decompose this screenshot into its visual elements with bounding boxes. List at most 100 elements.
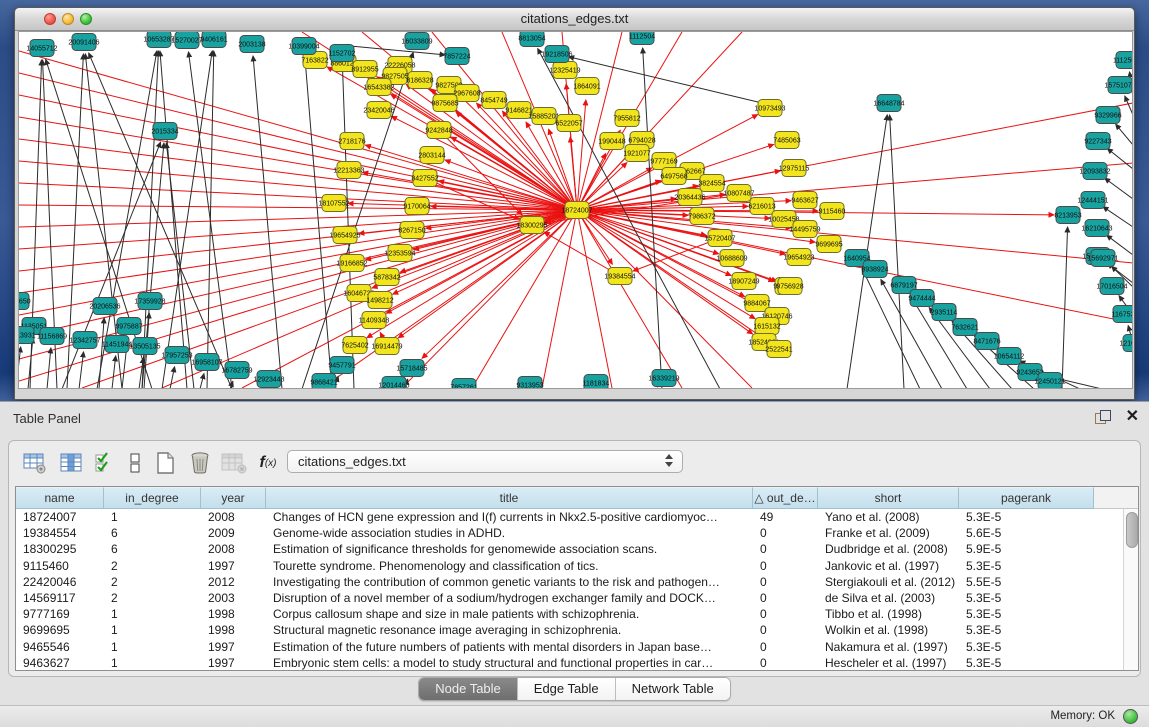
- graph-node[interactable]: 6522057: [555, 115, 582, 132]
- graph-node[interactable]: 9406161: [200, 32, 227, 48]
- graph-node[interactable]: 7632621: [951, 319, 978, 336]
- graph-node[interactable]: 2522541: [765, 341, 792, 358]
- graph-node[interactable]: 16648784: [873, 95, 904, 112]
- graph-node[interactable]: 8454749: [480, 92, 507, 109]
- new-table-icon[interactable]: [151, 449, 179, 477]
- graph-node[interactable]: 8427552: [411, 170, 438, 187]
- graph-node[interactable]: 9329966: [1094, 107, 1121, 124]
- table-row[interactable]: 977716911998Corpus callosum shape and si…: [16, 606, 1138, 622]
- graph-node[interactable]: 16958107: [191, 354, 222, 371]
- graph-node[interactable]: 12450121: [1034, 373, 1065, 389]
- select-rows-icon[interactable]: [91, 449, 119, 477]
- graph-node[interactable]: 2003138: [238, 36, 265, 53]
- graph-node[interactable]: 10688609: [716, 250, 747, 267]
- graph-node[interactable]: 10807487: [723, 185, 754, 202]
- graph-node[interactable]: 20364436: [674, 189, 705, 206]
- column-header-out_de[interactable]: △ out_de…: [753, 487, 818, 509]
- graph-node[interactable]: 9227343: [1084, 133, 1111, 150]
- tab-node-table[interactable]: Node Table: [419, 678, 518, 700]
- graph-node[interactable]: 18300295: [516, 217, 547, 234]
- tab-network-table[interactable]: Network Table: [616, 678, 730, 700]
- graph-node[interactable]: 11409348: [359, 312, 390, 329]
- graph-node[interactable]: 1921077: [623, 145, 650, 162]
- graph-node[interactable]: 19218506: [541, 46, 572, 63]
- graph-node[interactable]: 10399004: [288, 38, 319, 55]
- network-canvas[interactable]: 1872400771638228860128891295522226058982…: [18, 31, 1133, 389]
- graph-node[interactable]: 16914479: [371, 338, 402, 355]
- graph-node[interactable]: 2718176: [338, 133, 365, 150]
- graph-node[interactable]: 1498212: [366, 292, 393, 309]
- table-row[interactable]: 911546021997Tourette syndrome. Phenomeno…: [16, 558, 1138, 574]
- graph-node[interactable]: 13505135: [129, 338, 160, 355]
- close-panel-icon[interactable]: ✕: [1126, 408, 1139, 426]
- table-row[interactable]: 946554611997Estimation of the future num…: [16, 639, 1138, 655]
- function-builder-icon[interactable]: f(x): [254, 449, 282, 477]
- graph-node[interactable]: 19384554: [604, 268, 635, 285]
- graph-node[interactable]: 3824554: [698, 175, 725, 192]
- graph-node[interactable]: 15270027: [171, 32, 202, 49]
- graph-node[interactable]: 18907249: [728, 273, 759, 290]
- graph-node[interactable]: 19654925: [329, 227, 360, 244]
- graph-node[interactable]: 7986372: [688, 208, 715, 225]
- graph-node[interactable]: 5878342: [373, 269, 400, 286]
- window-titlebar[interactable]: citations_edges.txt: [15, 8, 1134, 31]
- table-selector-combo[interactable]: citations_edges.txt: [287, 450, 683, 473]
- graph-node[interactable]: 9457791: [328, 357, 355, 374]
- graph-node[interactable]: 12923448: [253, 371, 284, 388]
- graph-node[interactable]: 12444151: [1077, 192, 1108, 209]
- table-row[interactable]: 2242004622012Investigating the contribut…: [16, 574, 1138, 590]
- graph-node[interactable]: 16782759: [221, 362, 252, 379]
- graph-node[interactable]: 18107552: [318, 195, 349, 212]
- graph-node[interactable]: 8912955: [351, 61, 378, 78]
- graph-node[interactable]: 9756928: [776, 278, 803, 295]
- graph-node[interactable]: 12100654: [1119, 335, 1132, 352]
- graph-node[interactable]: 15751074: [1104, 77, 1132, 94]
- graph-node[interactable]: 19166852: [336, 255, 367, 272]
- float-window-icon[interactable]: [1095, 410, 1111, 426]
- graph-node[interactable]: 20091406: [68, 34, 99, 51]
- graph-node[interactable]: 8471676: [973, 333, 1000, 350]
- graph-node[interactable]: 14495759: [789, 221, 820, 238]
- graph-node[interactable]: 1167532: [1112, 306, 1132, 323]
- graph-node[interactable]: 9313953: [516, 377, 543, 389]
- graph-node[interactable]: 14055712: [26, 40, 57, 57]
- graph-node[interactable]: 2015334: [151, 123, 178, 140]
- column-header-year[interactable]: year: [201, 487, 266, 509]
- graph-node[interactable]: 10654112: [994, 348, 1025, 365]
- graph-node[interactable]: 19654923: [783, 249, 814, 266]
- graph-node[interactable]: 9242848: [425, 122, 452, 139]
- graph-node[interactable]: 8267150: [398, 222, 425, 239]
- table-row[interactable]: 1456911722003Disruption of a novel membe…: [16, 590, 1138, 606]
- graph-node[interactable]: 1112504: [629, 32, 655, 45]
- graph-node[interactable]: 12014460: [378, 377, 409, 389]
- graph-node[interactable]: 7857224: [443, 48, 470, 65]
- delete-table-icon[interactable]: [186, 449, 214, 477]
- graph-node[interactable]: 8938924: [861, 261, 888, 278]
- graph-node[interactable]: 16210643: [1081, 220, 1112, 237]
- graph-node[interactable]: 12975115: [779, 160, 810, 177]
- column-header-title[interactable]: title: [266, 487, 753, 509]
- graph-node[interactable]: 1181834: [583, 375, 610, 389]
- graph-node[interactable]: 16339219: [648, 370, 679, 387]
- graph-node[interactable]: 9975887: [115, 318, 142, 335]
- graph-node[interactable]: 7485063: [773, 132, 800, 149]
- graph-node[interactable]: 12093832: [1079, 163, 1110, 180]
- graph-node[interactable]: 17957253: [161, 347, 192, 364]
- graph-node[interactable]: 2803144: [418, 147, 445, 164]
- graph-node[interactable]: 10973493: [754, 100, 785, 117]
- graph-node[interactable]: 9115460: [819, 203, 846, 220]
- graph-node[interactable]: 12325419: [549, 62, 580, 79]
- graph-node[interactable]: 11451944: [102, 336, 133, 353]
- graph-node[interactable]: 15692971: [1087, 250, 1118, 267]
- graph-node[interactable]: 12342757: [69, 332, 100, 349]
- graph-node[interactable]: 7857261: [450, 379, 477, 389]
- graph-node[interactable]: 12353594: [384, 245, 415, 262]
- graph-node[interactable]: 23420046: [363, 102, 394, 119]
- graph-node[interactable]: 1152702: [329, 45, 356, 62]
- graph-node[interactable]: 11125049: [1113, 52, 1132, 69]
- table-row[interactable]: 1830029562008Estimation of significance …: [16, 541, 1138, 557]
- table-row[interactable]: 969969511998Structural magnetic resonanc…: [16, 622, 1138, 638]
- graph-node[interactable]: 9875685: [431, 95, 458, 112]
- graph-node[interactable]: 9699695: [815, 236, 842, 253]
- column-visibility-icon[interactable]: [57, 449, 85, 477]
